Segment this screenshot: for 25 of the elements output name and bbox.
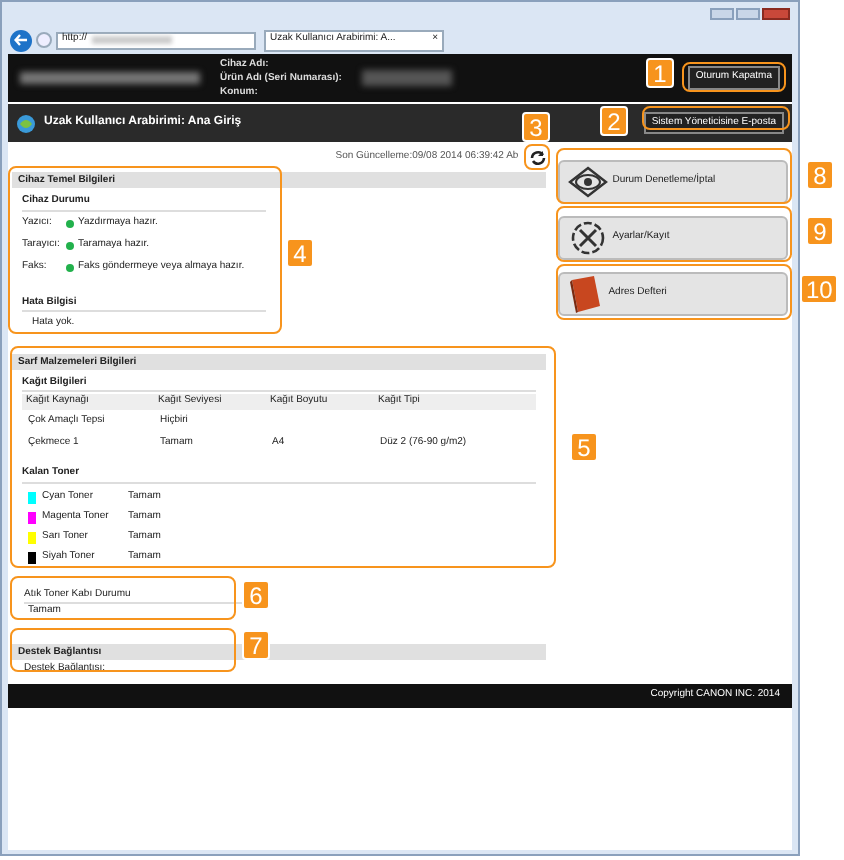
callout-number: 7 (242, 630, 270, 660)
redacted-address (91, 36, 172, 44)
callout-number: 9 (806, 216, 834, 246)
callout-number: 4 (286, 238, 314, 268)
refresh-icon[interactable] (530, 150, 547, 166)
back-button[interactable] (10, 29, 32, 51)
callout-number: 8 (806, 160, 834, 190)
highlight-outline (524, 144, 550, 170)
close-button[interactable] (762, 8, 790, 20)
eye-icon (568, 166, 609, 198)
app-logo-icon (16, 113, 36, 133)
callout-number: 5 (570, 432, 598, 462)
minimize-button[interactable] (710, 8, 734, 20)
forward-button[interactable] (36, 32, 52, 48)
highlight-outline (682, 62, 786, 92)
callout-number: 2 (600, 106, 628, 136)
callout-number: 6 (242, 580, 270, 610)
back-arrow-icon (14, 34, 28, 46)
maximize-button[interactable] (736, 8, 760, 20)
callout-number: 1 (646, 58, 674, 88)
redacted-device-info (361, 70, 452, 86)
gear-icon (568, 220, 609, 256)
book-icon (568, 274, 605, 314)
callout-number: 3 (522, 112, 550, 142)
callout-number: 10 (800, 274, 839, 304)
